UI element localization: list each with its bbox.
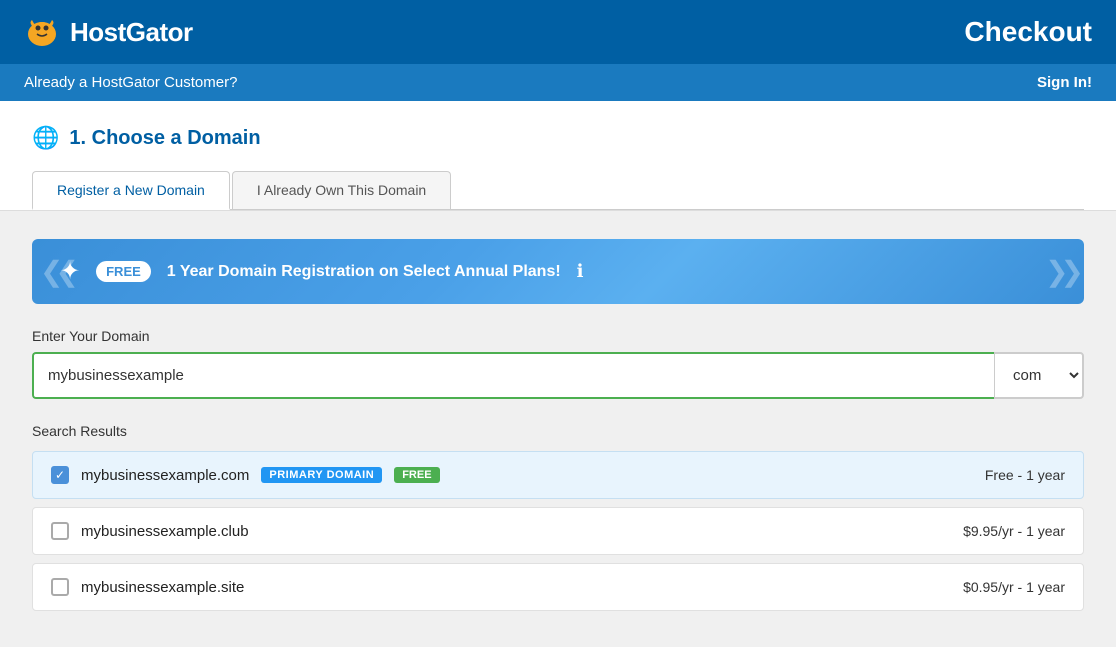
tab-already-own-domain[interactable]: I Already Own This Domain (232, 171, 451, 209)
promo-text: 1 Year Domain Registration on Select Ann… (167, 263, 561, 281)
existing-customer-text: Already a HostGator Customer? (24, 74, 237, 91)
domain-input-label: Enter Your Domain (32, 328, 1084, 344)
primary-domain-badge: PRIMARY DOMAIN (261, 467, 382, 483)
header: HostGator Checkout (0, 0, 1116, 64)
logo-area: HostGator (24, 14, 193, 50)
domain-input-section: Enter Your Domain com net org info biz c… (32, 328, 1084, 399)
section-heading: 🌐 1. Choose a Domain (32, 125, 1084, 151)
result-left-primary: mybusinessexample.com PRIMARY DOMAIN FRE… (51, 466, 440, 484)
domain-name-club: mybusinessexample.club (81, 523, 249, 540)
domain-checkbox-primary[interactable] (51, 466, 69, 484)
section-title-text: 1. Choose a Domain (69, 127, 260, 150)
globe-icon: 🌐 (32, 125, 59, 151)
domain-name-site: mybusinessexample.site (81, 579, 244, 596)
domain-checkbox-club[interactable] (51, 522, 69, 540)
result-left-site: mybusinessexample.site (51, 578, 244, 596)
domain-checkbox-site[interactable] (51, 578, 69, 596)
gray-content-section: ✦ FREE 1 Year Domain Registration on Sel… (0, 211, 1116, 647)
free-badge: FREE (96, 261, 151, 282)
brand-name: HostGator (70, 17, 193, 48)
result-left-club: mybusinessexample.club (51, 522, 249, 540)
main-content-area: 🌐 1. Choose a Domain Register a New Doma… (0, 101, 1116, 211)
search-results-section: Search Results mybusinessexample.com PRI… (32, 423, 1084, 611)
hostgator-logo-icon (24, 14, 60, 50)
domain-input-row: com net org info biz club site (32, 352, 1084, 399)
table-row: mybusinessexample.site $0.95/yr - 1 year (32, 563, 1084, 611)
domain-tabs: Register a New Domain I Already Own This… (32, 171, 1084, 209)
search-results-label: Search Results (32, 423, 1084, 439)
page-title: Checkout (964, 16, 1092, 48)
tld-select[interactable]: com net org info biz club site (994, 352, 1084, 399)
sign-in-link[interactable]: Sign In! (1037, 74, 1092, 91)
domain-price-site: $0.95/yr - 1 year (963, 579, 1065, 595)
domain-name-primary: mybusinessexample.com (81, 467, 249, 484)
domain-price-primary: Free - 1 year (985, 467, 1065, 483)
table-row: mybusinessexample.com PRIMARY DOMAIN FRE… (32, 451, 1084, 499)
info-icon[interactable]: ℹ (577, 261, 584, 282)
tab-register-new-domain[interactable]: Register a New Domain (32, 171, 230, 210)
promo-banner: ✦ FREE 1 Year Domain Registration on Sel… (32, 239, 1084, 304)
free-domain-badge: FREE (394, 467, 439, 483)
domain-search-input[interactable] (32, 352, 994, 399)
promo-sparkle-icon: ✦ (60, 257, 80, 286)
table-row: mybusinessexample.club $9.95/yr - 1 year (32, 507, 1084, 555)
subheader: Already a HostGator Customer? Sign In! (0, 64, 1116, 101)
domain-price-club: $9.95/yr - 1 year (963, 523, 1065, 539)
